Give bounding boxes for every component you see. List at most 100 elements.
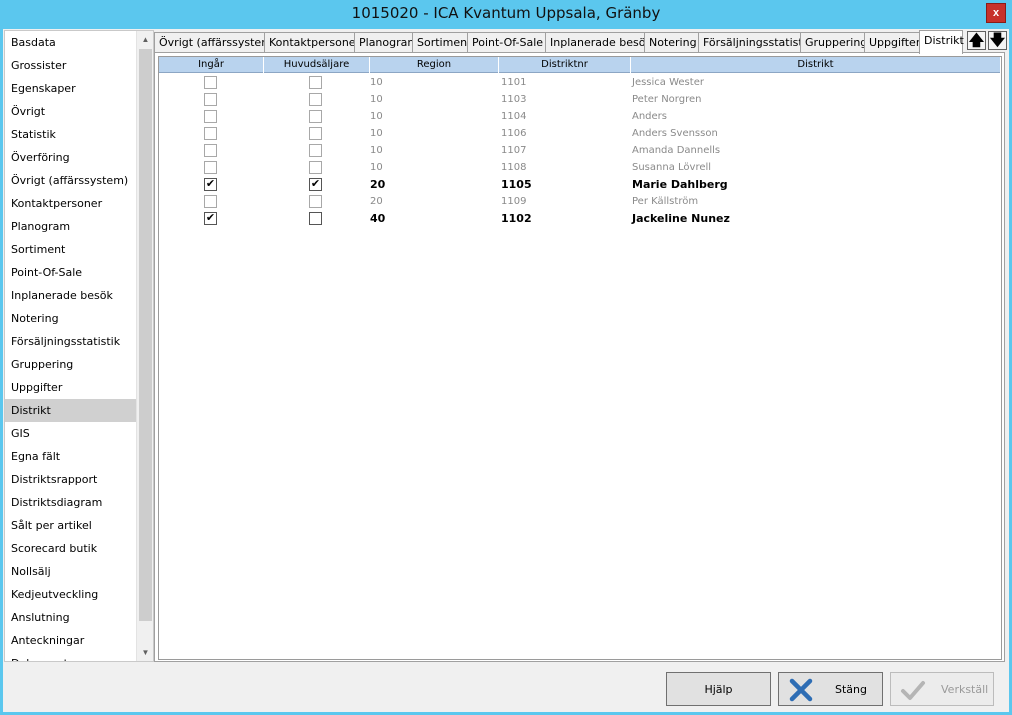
tab[interactable]: Inplanerade besök <box>545 32 652 53</box>
sidebar-item[interactable]: Överföring <box>5 146 137 169</box>
sidebar-item[interactable]: Egna fält <box>5 445 137 468</box>
sidebar-item[interactable]: Kontaktpersoner <box>5 192 137 215</box>
sidebar-item[interactable]: Statistik <box>5 123 137 146</box>
table-row[interactable]: 10 1108 Susanna Lövrell <box>159 159 1001 176</box>
sidebar-item[interactable]: GIS <box>5 422 137 445</box>
sidebar-item[interactable]: Gruppering <box>5 353 137 376</box>
column-header[interactable]: Ingår <box>159 57 264 73</box>
table-row[interactable]: 20 1109 Per Källström <box>159 193 1001 210</box>
huvudsaljare-checkbox[interactable] <box>309 110 322 123</box>
distrikt-cell: Amanda Dannells <box>632 145 721 156</box>
ingar-checkbox[interactable] <box>204 127 217 140</box>
table-row[interactable]: ✔ ✔ 20 1105 Marie Dahlberg <box>159 176 1001 193</box>
tab[interactable]: Övrigt (affärssystem) <box>154 32 276 53</box>
tab[interactable]: Försäljningsstatistik <box>698 32 812 53</box>
tab[interactable]: Uppgifter <box>864 32 920 53</box>
window-close-button[interactable]: x <box>986 3 1006 23</box>
scroll-down-icon[interactable]: ▼ <box>137 644 153 661</box>
huvudsaljare-checkbox[interactable] <box>309 144 322 157</box>
huvudsaljare-checkbox[interactable] <box>309 212 322 225</box>
close-x-icon <box>789 678 813 702</box>
sidebar-item[interactable]: Egenskaper <box>5 77 137 100</box>
sidebar-item[interactable]: Distrikt <box>5 399 137 422</box>
move-up-button[interactable]: 🡅 <box>967 31 986 50</box>
huvudsaljare-checkbox[interactable]: ✔ <box>309 178 322 191</box>
table-row[interactable]: 10 1107 Amanda Dannells <box>159 142 1001 159</box>
sidebar-item[interactable]: Sålt per artikel <box>5 514 137 537</box>
tab[interactable]: Point-Of-Sale <box>467 32 546 53</box>
checkmark-icon <box>901 681 925 700</box>
table-row[interactable]: 10 1101 Jessica Wester <box>159 74 1001 91</box>
title-bar[interactable]: 1015020 - ICA Kvantum Uppsala, Gränby x <box>0 0 1012 29</box>
sidebar-item[interactable]: Kedjeutveckling <box>5 583 137 606</box>
ingar-checkbox[interactable] <box>204 93 217 106</box>
sidebar-item[interactable]: Inplanerade besök <box>5 284 137 307</box>
huvudsaljare-checkbox[interactable] <box>309 195 322 208</box>
tab[interactable]: Kontaktpersoner <box>264 32 360 53</box>
region-cell: 10 <box>370 145 383 156</box>
move-down-button[interactable]: 🡇 <box>988 31 1007 50</box>
distriktnr-cell: 1104 <box>501 111 527 122</box>
distriktnr-cell: 1107 <box>501 145 527 156</box>
scroll-thumb[interactable] <box>139 49 152 621</box>
ingar-checkbox[interactable] <box>204 144 217 157</box>
tab[interactable]: Planogram <box>354 32 418 53</box>
ingar-checkbox[interactable]: ✔ <box>204 212 217 225</box>
distrikt-cell: Jessica Wester <box>632 77 704 88</box>
ingar-checkbox[interactable] <box>204 195 217 208</box>
sidebar-item[interactable]: Basdata <box>5 31 137 54</box>
grid-header: Ingår Huvudsäljare Region Distriktnr Distrik… <box>159 57 1001 73</box>
sidebar-item[interactable]: Anteckningar <box>5 629 137 652</box>
sidebar-item[interactable]: Notering <box>5 307 137 330</box>
sidebar-item[interactable]: Anslutning <box>5 606 137 629</box>
sidebar-item[interactable]: Dokument <box>5 652 137 661</box>
sidebar-item[interactable]: Övrigt (affärssystem) <box>5 169 137 192</box>
column-header[interactable]: Distriktnr <box>499 57 631 73</box>
distrikt-cell: Anders <box>632 111 667 122</box>
huvudsaljare-checkbox[interactable] <box>309 127 322 140</box>
ingar-checkbox[interactable]: ✔ <box>204 178 217 191</box>
apply-button[interactable]: Verkställ <box>890 672 994 706</box>
help-button[interactable]: Hjälp <box>666 672 771 706</box>
column-header[interactable]: Huvudsäljare <box>264 57 370 73</box>
table-row[interactable]: 10 1104 Anders <box>159 108 1001 125</box>
sidebar-item[interactable]: Point-Of-Sale <box>5 261 137 284</box>
region-cell: 10 <box>370 94 383 105</box>
close-button-label: Stäng <box>835 683 867 696</box>
table-row[interactable]: ✔ 40 1102 Jackeline Nunez <box>159 210 1001 227</box>
huvudsaljare-checkbox[interactable] <box>309 93 322 106</box>
close-button[interactable]: Stäng <box>778 672 883 706</box>
column-header[interactable]: Distrikt <box>631 57 1001 73</box>
scroll-up-icon[interactable]: ▲ <box>137 31 153 48</box>
sidebar-scrollbar[interactable]: ▲ ▼ <box>136 31 153 661</box>
sidebar-list: Basdata Grossister Egenskaper Övrigt Statist… <box>5 31 137 661</box>
apply-button-label: Verkställ <box>941 683 989 696</box>
region-cell: 20 <box>370 196 383 207</box>
tab[interactable]: Distrikt <box>919 30 964 54</box>
sidebar-item[interactable]: Uppgifter <box>5 376 137 399</box>
sidebar-item[interactable]: Distriktsdiagram <box>5 491 137 514</box>
sidebar-item[interactable]: Grossister <box>5 54 137 77</box>
sidebar-item[interactable]: Nollsälj <box>5 560 137 583</box>
tab[interactable]: Gruppering <box>800 32 867 53</box>
sidebar-item[interactable]: Sortiment <box>5 238 137 261</box>
tab[interactable]: Sortiment <box>412 32 471 53</box>
ingar-checkbox[interactable] <box>204 110 217 123</box>
column-header[interactable]: Region <box>370 57 499 73</box>
sidebar-item[interactable]: Distriktsrapport <box>5 468 137 491</box>
ingar-checkbox[interactable] <box>204 161 217 174</box>
huvudsaljare-checkbox[interactable] <box>309 76 322 89</box>
sidebar-item[interactable]: Scorecard butik <box>5 537 137 560</box>
ingar-checkbox[interactable] <box>204 76 217 89</box>
tab[interactable]: Notering <box>644 32 699 53</box>
sidebar-item[interactable]: Försäljningsstatistik <box>5 330 137 353</box>
huvudsaljare-checkbox[interactable] <box>309 161 322 174</box>
sidebar-item[interactable]: Planogram <box>5 215 137 238</box>
sidebar-item[interactable]: Övrigt <box>5 100 137 123</box>
table-row[interactable]: 10 1106 Anders Svensson <box>159 125 1001 142</box>
table-row[interactable]: 10 1103 Peter Norgren <box>159 91 1001 108</box>
window-title: 1015020 - ICA Kvantum Uppsala, Gränby <box>351 4 661 22</box>
distrikt-cell: Marie Dahlberg <box>632 178 728 191</box>
distrikt-cell: Jackeline Nunez <box>632 212 730 225</box>
tab-bar: 🡅 🡇 Övrigt (affärssystem) Kontaktpersoner… <box>154 30 1009 54</box>
